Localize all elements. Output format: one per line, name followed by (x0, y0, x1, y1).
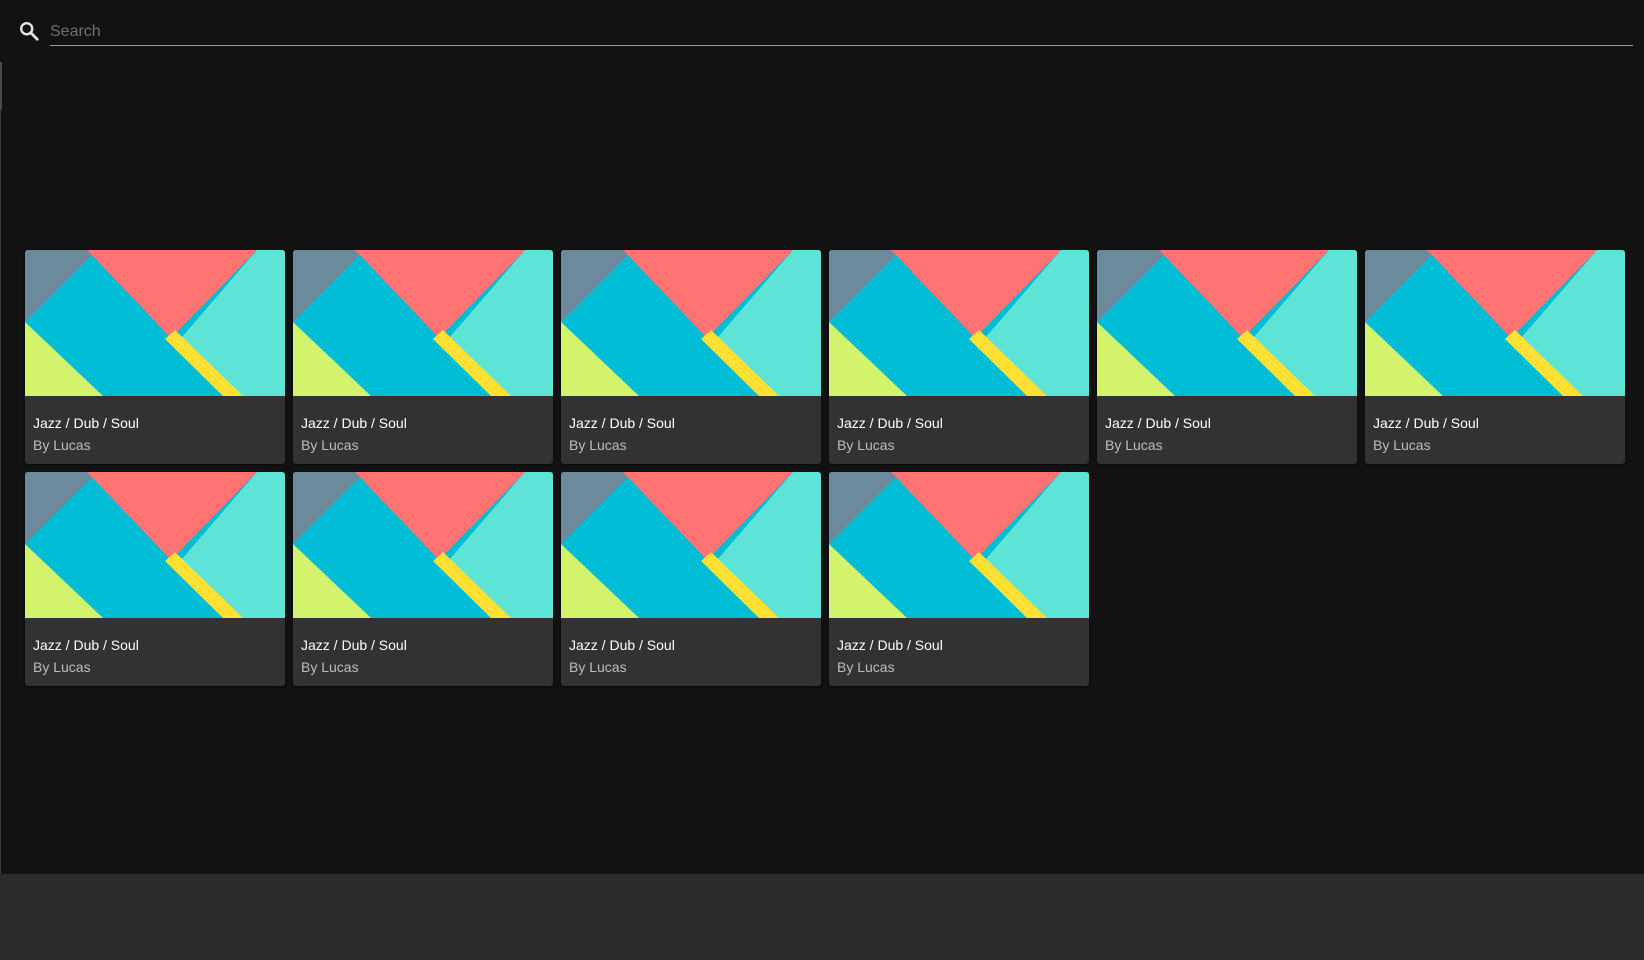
left-divider (0, 62, 1, 874)
left-drawer-handle[interactable] (0, 62, 2, 110)
main-content: Jazz / Dub / Soul By Lucas Jazz / Dub / … (0, 0, 1644, 874)
bottom-panel (0, 874, 1644, 960)
album-artist: By Lucas (301, 437, 359, 453)
album-title: Jazz / Dub / Soul (33, 637, 139, 653)
album-card[interactable]: Jazz / Dub / Soul By Lucas (561, 472, 821, 686)
album-card[interactable]: Jazz / Dub / Soul By Lucas (561, 250, 821, 464)
search-icon[interactable] (18, 20, 40, 42)
album-artist: By Lucas (33, 659, 91, 675)
album-artist: By Lucas (569, 437, 627, 453)
album-title: Jazz / Dub / Soul (837, 415, 943, 431)
album-artist: By Lucas (837, 659, 895, 675)
album-card[interactable]: Jazz / Dub / Soul By Lucas (1365, 250, 1625, 464)
album-artist: By Lucas (1373, 437, 1431, 453)
album-card[interactable]: Jazz / Dub / Soul By Lucas (829, 250, 1089, 464)
album-card[interactable]: Jazz / Dub / Soul By Lucas (25, 250, 285, 464)
album-card[interactable]: Jazz / Dub / Soul By Lucas (293, 250, 553, 464)
album-art (1097, 250, 1357, 396)
album-art (561, 472, 821, 618)
album-title: Jazz / Dub / Soul (33, 415, 139, 431)
album-art (25, 472, 285, 618)
album-card[interactable]: Jazz / Dub / Soul By Lucas (829, 472, 1089, 686)
album-art (25, 250, 285, 396)
album-artist: By Lucas (33, 437, 91, 453)
album-title: Jazz / Dub / Soul (301, 415, 407, 431)
album-art (561, 250, 821, 396)
album-title: Jazz / Dub / Soul (569, 637, 675, 653)
album-title: Jazz / Dub / Soul (301, 637, 407, 653)
album-art (1365, 250, 1625, 396)
album-artist: By Lucas (1105, 437, 1163, 453)
album-artist: By Lucas (837, 437, 895, 453)
album-title: Jazz / Dub / Soul (1373, 415, 1479, 431)
album-art (293, 250, 553, 396)
album-artist: By Lucas (569, 659, 627, 675)
album-art (829, 472, 1089, 618)
album-card[interactable]: Jazz / Dub / Soul By Lucas (25, 472, 285, 686)
album-art (829, 250, 1089, 396)
album-artist: By Lucas (301, 659, 359, 675)
album-card[interactable]: Jazz / Dub / Soul By Lucas (293, 472, 553, 686)
album-title: Jazz / Dub / Soul (1105, 415, 1211, 431)
album-art (293, 472, 553, 618)
album-title: Jazz / Dub / Soul (837, 637, 943, 653)
album-title: Jazz / Dub / Soul (569, 415, 675, 431)
search-bar (0, 0, 1644, 62)
search-input[interactable] (50, 18, 1633, 46)
album-card[interactable]: Jazz / Dub / Soul By Lucas (1097, 250, 1357, 464)
